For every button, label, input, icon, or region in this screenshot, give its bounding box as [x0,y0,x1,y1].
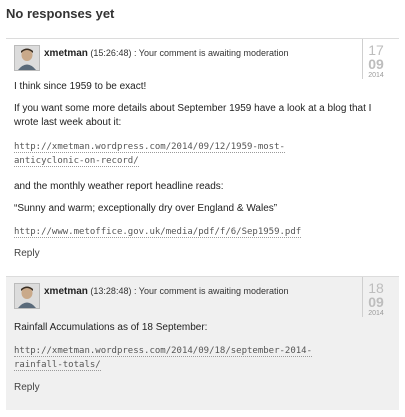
comment-author: xmetman [44,48,88,59]
reply-link[interactable]: Reply [14,248,40,259]
comment-paragraph: If you want some more details about Sept… [14,103,372,128]
rainfall-link-continued[interactable]: rainfall-totals/ [14,360,101,371]
date-day: 18 [368,280,384,296]
date-day: 17 [368,42,384,58]
comment-paragraph: and the monthly weather report headline … [14,181,224,192]
metoffice-link[interactable]: http://www.metoffice.gov.uk/media/pdf/f/… [14,227,302,238]
comment-link-block: http://xmetman.wordpress.com/2014/09/12/… [14,140,391,168]
comment-paragraph: Rainfall Accumulations as of 18 Septembe… [14,322,208,333]
date-year: 2014 [368,72,384,79]
blog-link[interactable]: http://xmetman.wordpress.com/2014/09/12/… [14,142,285,153]
page-title: No responses yet [6,6,115,21]
avatar[interactable] [14,45,40,71]
comment-time: (15:26:48) [90,48,132,58]
avatar-icon [15,46,39,70]
comment-item: xmetman (13:28:48) : Your comment is awa… [6,276,399,410]
comment-author: xmetman [44,286,88,297]
comment-meta: xmetman (15:26:48) : Your comment is awa… [44,48,289,59]
comment-date: 18 09 2014 [362,277,389,317]
rainfall-link[interactable]: http://xmetman.wordpress.com/2014/09/18/… [14,346,313,357]
date-month: 09 [368,294,384,310]
reply-link[interactable]: Reply [14,382,40,393]
date-year: 2014 [368,310,384,317]
comment-date: 17 09 2014 [362,39,389,79]
comment-meta: xmetman (13:28:48) : Your comment is awa… [44,286,289,297]
comment-link-block: http://www.metoffice.gov.uk/media/pdf/f/… [14,225,391,239]
comment-time: (13:28:48) [90,286,132,296]
comment-link-block: http://xmetman.wordpress.com/2014/09/18/… [14,344,391,372]
comment-item: xmetman (15:26:48) : Your comment is awa… [6,38,399,268]
avatar[interactable] [14,283,40,309]
comment-paragraph: I think since 1959 to be exact! [14,81,147,92]
avatar-icon [15,284,39,308]
moderation-note: : Your comment is awaiting moderation [133,48,289,58]
comment-quote: “Sunny and warm; exceptionally dry over … [14,203,278,214]
moderation-note: : Your comment is awaiting moderation [133,286,289,296]
date-month: 09 [368,56,384,72]
blog-link-continued[interactable]: anticyclonic-on-record/ [14,156,139,167]
